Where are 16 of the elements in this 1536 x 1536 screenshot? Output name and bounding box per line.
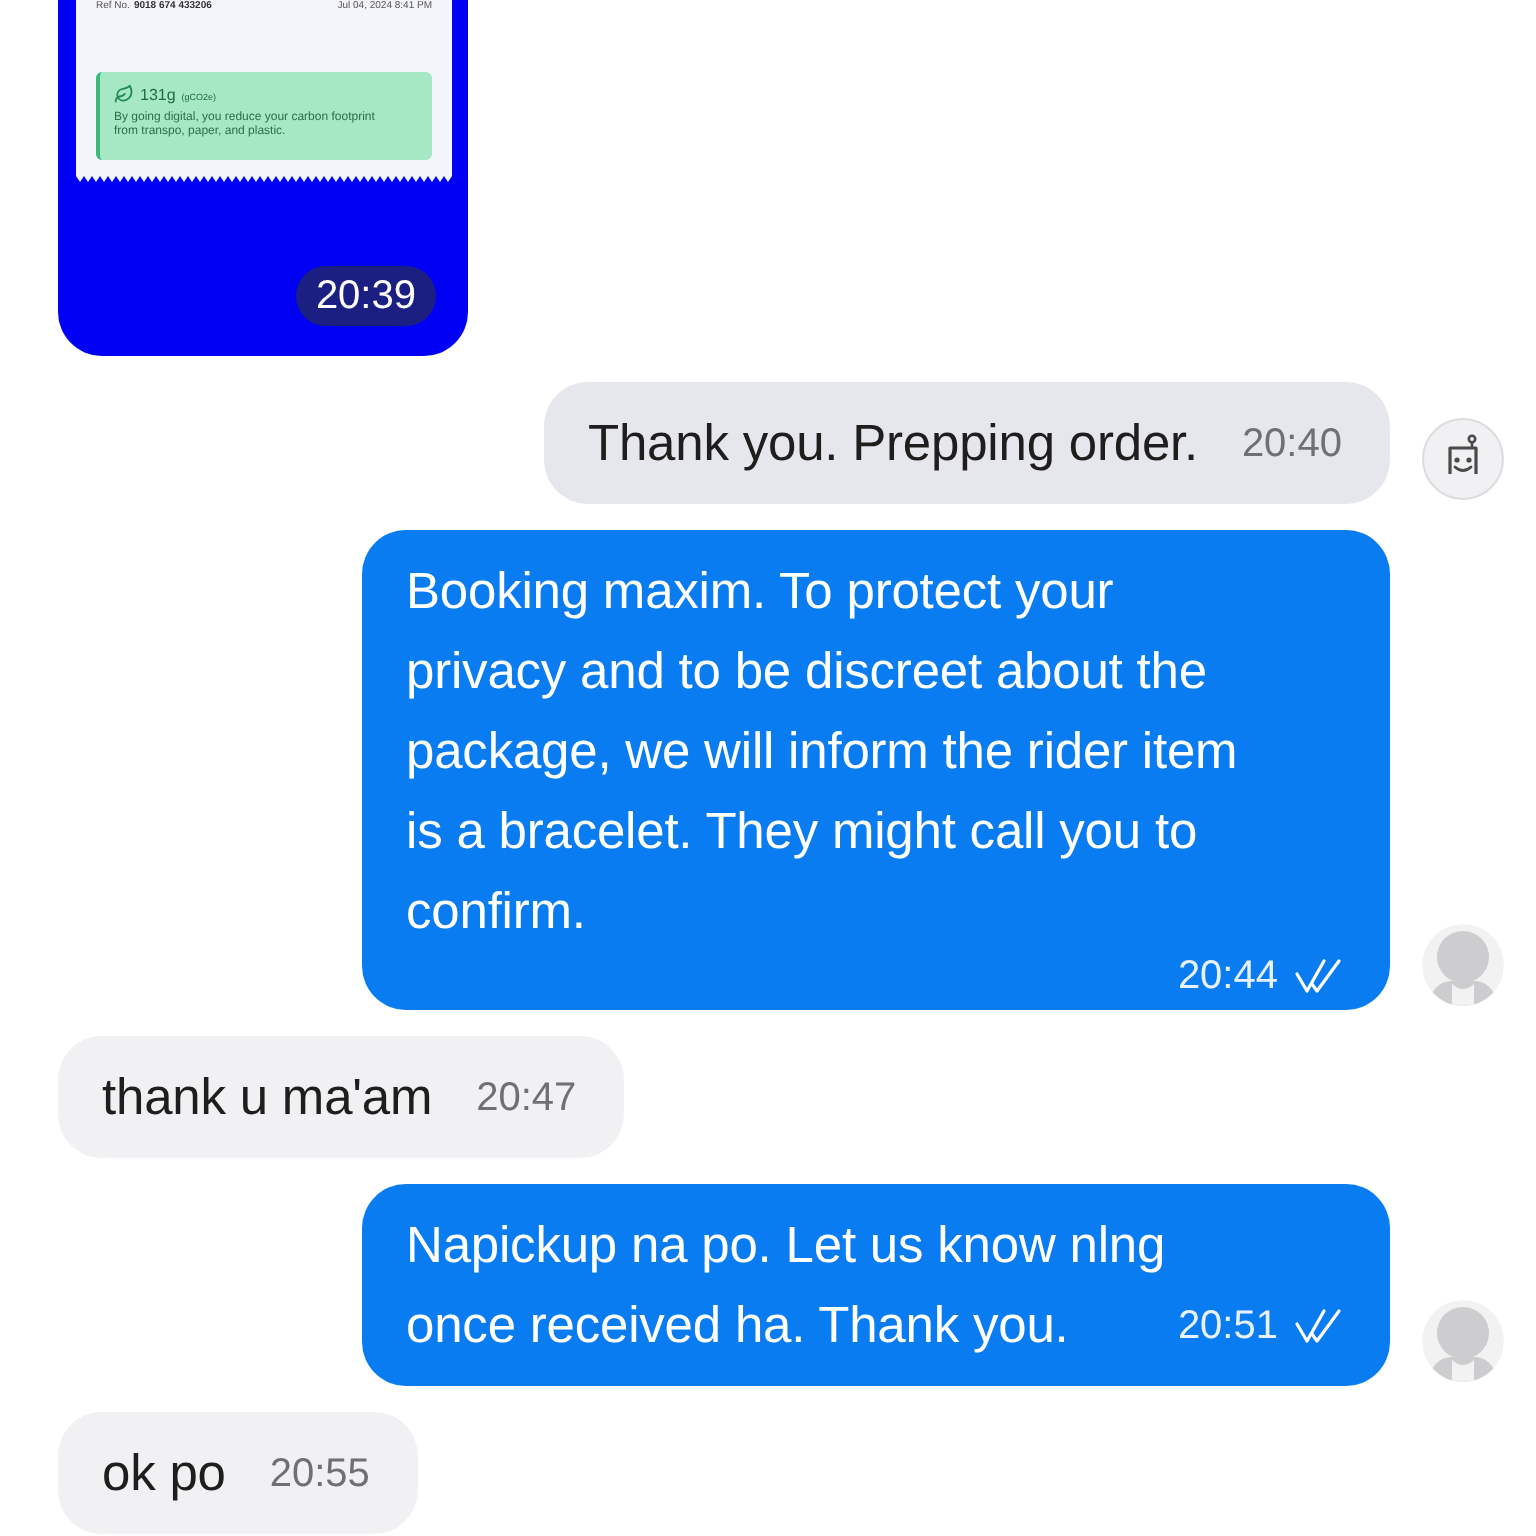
message-time: 20:44: [1177, 952, 1278, 1000]
bot-avatar-icon: [1422, 418, 1504, 500]
carbon-amount: 131g: [140, 86, 176, 104]
message-text: Booking maxim. To protect your privacy and to be discreet about the package, we will inform the rider item is a bracelet. They might call you to confirm.: [406, 562, 1240, 944]
message-time: 20:55: [269, 1450, 370, 1498]
user-avatar-icon: [1422, 1300, 1504, 1382]
image-time: 20:39: [295, 266, 436, 326]
message-time: 20:40: [1241, 420, 1342, 468]
message-time: 20:47: [476, 1074, 577, 1122]
message-text: Napickup na po. Let us know nlng once received ha. Thank you.: [406, 1218, 1166, 1354]
leaf-icon: [114, 84, 134, 104]
message-time: 20:51: [1177, 1302, 1278, 1350]
message-text: ok po: [102, 1446, 226, 1502]
message-text: thank u ma'am: [102, 1070, 433, 1126]
message-text: Thank you. Prepping order.: [587, 416, 1198, 472]
user-avatar-icon: [1422, 924, 1504, 1006]
